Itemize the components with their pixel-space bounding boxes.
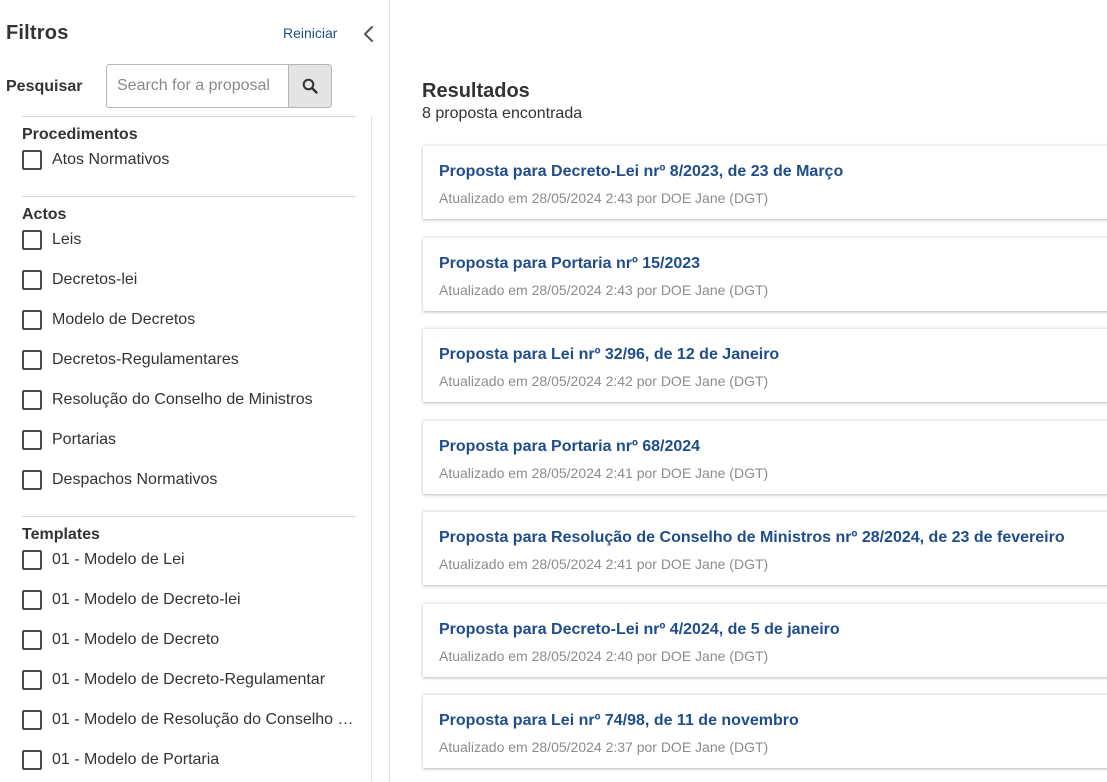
result-title-link[interactable]: Proposta para Decreto-Lei nrº 4/2024, de… — [439, 621, 840, 639]
checkbox-unchecked-icon[interactable] — [22, 270, 42, 290]
result-updated-meta: Atualizado em 28/05/2024 2:41 por DOE Ja… — [439, 465, 769, 481]
result-card[interactable]: Proposta para Resolução de Conselho de M… — [423, 511, 1107, 585]
filter-checkbox-label: 01 - Modelo de Decreto-lei — [52, 591, 241, 608]
result-card[interactable]: Proposta para Lei nrº 74/98, de 11 de no… — [423, 694, 1107, 768]
result-title-link[interactable]: Proposta para Lei nrº 74/98, de 11 de no… — [439, 712, 799, 730]
result-updated-meta: Atualizado em 28/05/2024 2:43 por DOE Ja… — [439, 190, 769, 206]
filter-checkbox-label: Atos Normativos — [52, 151, 170, 168]
result-title-link[interactable]: Proposta para Portaria nrº 15/2023 — [439, 255, 700, 273]
filters-header: Filtros Reiniciar — [6, 22, 378, 48]
filter-checkbox-label: Portarias — [52, 431, 117, 448]
results-count: 8 proposta encontrada — [422, 105, 583, 122]
checkbox-unchecked-icon[interactable] — [22, 350, 42, 370]
filter-checkbox-item[interactable]: 01 - Modelo de Decreto-Regulamentar — [22, 660, 356, 700]
result-updated-meta: Atualizado em 28/05/2024 2:37 por DOE Ja… — [439, 739, 769, 755]
search-button[interactable] — [288, 64, 332, 108]
result-card[interactable]: Proposta para Portaria nrº 68/2024 Atuali… — [423, 420, 1107, 494]
checkbox-unchecked-icon[interactable] — [22, 670, 42, 690]
filter-checkbox-label: Decretos-Regulamentares — [52, 351, 239, 368]
filter-checkbox-item[interactable]: 01 - Modelo de Decreto — [22, 620, 356, 660]
result-title-link[interactable]: Proposta para Decreto-Lei nrº 8/2023, de… — [439, 163, 843, 181]
result-title-link[interactable]: Proposta para Resolução de Conselho de M… — [439, 529, 1065, 547]
filter-group: Templates 01 - Modelo de Lei 01 - Modelo d… — [22, 516, 356, 780]
result-card[interactable]: Proposta para Lei nrº 32/96, de 12 de Ja… — [423, 328, 1107, 402]
filter-checkbox-label: Resolução do Conselho de Ministros — [52, 391, 313, 408]
filter-group: Procedimentos Atos Normativos — [22, 116, 356, 180]
filters-sidebar: Filtros Reiniciar Pesquisar Procedimento… — [0, 0, 390, 782]
filter-checkbox-label: 01 - Modelo de Decreto-Regulamentar — [52, 671, 326, 688]
checkbox-unchecked-icon[interactable] — [22, 230, 42, 250]
filter-checkbox-item[interactable]: Modelo de Decretos — [22, 300, 356, 340]
filter-checkbox-item[interactable]: Despachos Normativos — [22, 460, 356, 500]
filter-checkbox-label: 01 - Modelo de Lei — [52, 551, 185, 568]
filter-checkbox-label: Despachos Normativos — [52, 471, 218, 488]
filter-checkbox-item[interactable]: 01 - Modelo de Decreto-lei — [22, 580, 356, 620]
result-card[interactable]: Proposta para Decreto-Lei nrº 8/2023, de… — [423, 145, 1107, 219]
checkbox-unchecked-icon[interactable] — [22, 430, 42, 450]
filter-checkbox-item[interactable]: Atos Normativos — [22, 140, 356, 180]
checkbox-unchecked-icon[interactable] — [22, 390, 42, 410]
checkbox-unchecked-icon[interactable] — [22, 630, 42, 650]
checkbox-unchecked-icon[interactable] — [22, 470, 42, 490]
search-icon — [302, 78, 318, 94]
result-card[interactable]: Proposta para Portaria nrº 15/2023 Atuali… — [423, 237, 1107, 311]
result-updated-meta: Atualizado em 28/05/2024 2:41 por DOE Ja… — [439, 556, 769, 572]
filter-checkbox-label: 01 - Modelo de Decreto — [52, 631, 220, 648]
filter-checkbox-label: 01 - Modelo de Portaria — [52, 751, 220, 768]
result-updated-meta: Atualizado em 28/05/2024 2:40 por DOE Ja… — [439, 648, 769, 664]
result-title-link[interactable]: Proposta para Lei nrº 32/96, de 12 de Ja… — [439, 346, 779, 364]
filter-checkbox-item[interactable]: Leis — [22, 220, 356, 260]
checkbox-unchecked-icon[interactable] — [22, 150, 42, 170]
checkbox-unchecked-icon[interactable] — [22, 550, 42, 570]
filter-checkbox-item[interactable]: Portarias — [22, 420, 356, 460]
result-card[interactable]: Proposta para Decreto-Lei nrº 4/2024, de… — [423, 603, 1107, 677]
filter-checkbox-item[interactable]: 01 - Modelo de Resolução do Conselho de … — [22, 700, 356, 740]
filters-title: Filtros — [6, 22, 69, 44]
chevron-left-icon — [364, 26, 373, 42]
result-title-link[interactable]: Proposta para Portaria nrº 68/2024 — [439, 438, 700, 456]
results-title: Resultados — [422, 80, 530, 102]
filter-checkbox-item[interactable]: 01 - Modelo de Lei — [22, 540, 356, 580]
search-label: Pesquisar — [6, 78, 83, 95]
checkbox-unchecked-icon[interactable] — [22, 750, 42, 770]
result-updated-meta: Atualizado em 28/05/2024 2:43 por DOE Ja… — [439, 282, 769, 298]
filter-checkbox-item[interactable]: Decretos-lei — [22, 260, 356, 300]
reset-filters-link[interactable]: Reiniciar — [283, 25, 337, 41]
filter-group: Actos Leis Decretos-lei Modelo de Decretos D… — [22, 196, 356, 500]
filter-checkbox-label: Decretos-lei — [52, 271, 138, 288]
result-updated-meta: Atualizado em 28/05/2024 2:42 por DOE Ja… — [439, 373, 769, 389]
filter-checkbox-label: Leis — [52, 231, 82, 248]
filter-checkbox-label: Modelo de Decretos — [52, 311, 196, 328]
search-row: Pesquisar — [6, 64, 336, 108]
collapse-sidebar-button[interactable] — [362, 24, 376, 44]
checkbox-unchecked-icon[interactable] — [22, 590, 42, 610]
checkbox-unchecked-icon[interactable] — [22, 310, 42, 330]
checkbox-unchecked-icon[interactable] — [22, 710, 42, 730]
filter-checkbox-item[interactable]: Resolução do Conselho de Ministros — [22, 380, 356, 420]
filter-groups: Procedimentos Atos Normativos Actos Leis Dec… — [22, 116, 372, 782]
filter-checkbox-label: 01 - Modelo de Resolução do Conselho de … — [52, 711, 356, 728]
search-input[interactable] — [106, 64, 289, 108]
filter-checkbox-item[interactable]: 01 - Modelo de Portaria — [22, 740, 356, 780]
filter-checkbox-item[interactable]: Decretos-Regulamentares — [22, 340, 356, 380]
